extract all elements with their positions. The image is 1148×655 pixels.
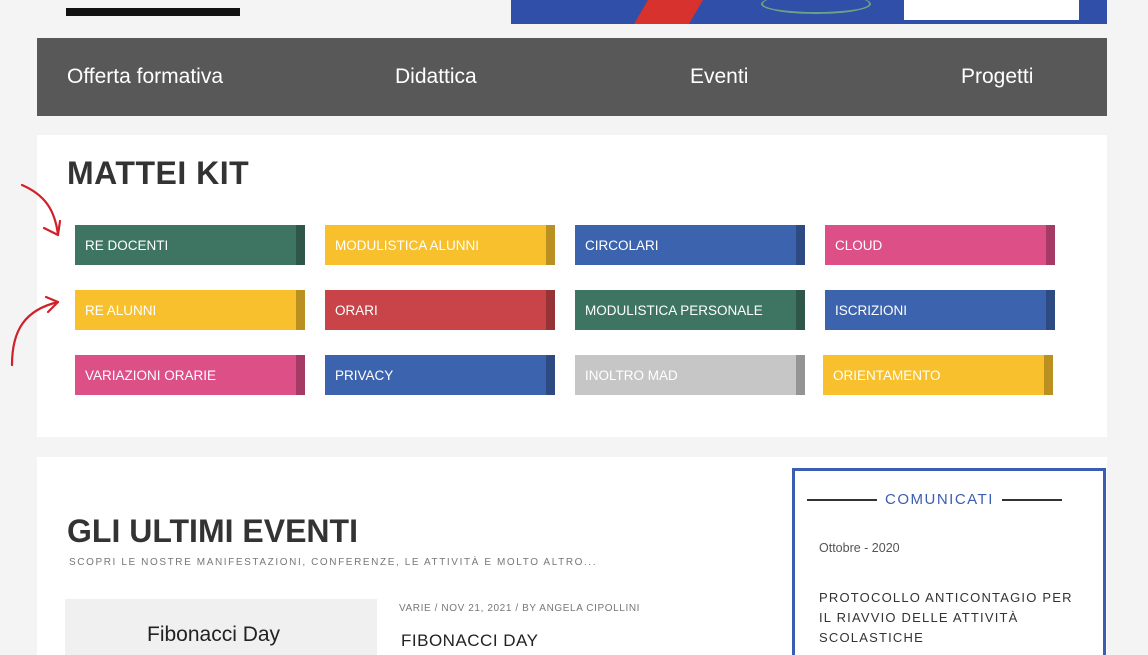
- comunicati-date: Ottobre - 2020: [819, 541, 900, 555]
- kit-button-modulistica-personale[interactable]: MODULISTICA PERSONALE: [575, 290, 805, 330]
- kit-button-iscrizioni[interactable]: ISCRIZIONI: [825, 290, 1055, 330]
- kit-button-modulistica-alunni[interactable]: MODULISTICA ALUNNI: [325, 225, 555, 265]
- events-panel: GLI ULTIMI EVENTI SCOPRI LE NOSTRE MANIF…: [37, 457, 1107, 655]
- kit-button-cloud[interactable]: CLOUD: [825, 225, 1055, 265]
- divider: [807, 498, 877, 501]
- page: Offerta formativa Didattica Eventi Proge…: [0, 0, 1148, 655]
- nav-item-eventi[interactable]: Eventi: [690, 65, 748, 89]
- kit-button-re-alunni[interactable]: RE ALUNNI: [75, 290, 305, 330]
- header-strip: [0, 0, 1148, 38]
- comunicati-box: COMUNICATI Ottobre - 2020 PROTOCOLLO ANT…: [792, 468, 1106, 655]
- kit-button-variazioni-orarie[interactable]: VARIAZIONI ORARIE: [75, 355, 305, 395]
- mattei-kit-panel: MATTEI KIT RE DOCENTI MODULISTICA ALUNNI…: [37, 135, 1107, 437]
- nav-item-progetti[interactable]: Progetti: [961, 65, 1033, 89]
- events-title: GLI ULTIMI EVENTI: [67, 513, 358, 549]
- nav-item-didattica[interactable]: Didattica: [395, 65, 477, 89]
- logo[interactable]: [66, 8, 240, 16]
- kit-button-privacy[interactable]: PRIVACY: [325, 355, 555, 395]
- post-meta: VARIE / NOV 21, 2021 / BY ANGELA CIPOLLI…: [399, 603, 641, 614]
- comunicati-link[interactable]: PROTOCOLLO ANTICONTAGIO PER IL RIAVVIO D…: [819, 588, 1089, 648]
- comunicati-header: COMUNICATI: [795, 491, 1103, 508]
- nav-item-offerta-formativa[interactable]: Offerta formativa: [67, 65, 223, 89]
- comunicati-label: COMUNICATI: [885, 491, 994, 508]
- post-thumbnail-text: Fibonacci Day: [147, 623, 281, 646]
- divider: [1001, 498, 1062, 501]
- events-subtitle: SCOPRI LE NOSTRE MANIFESTAZIONI, CONFERE…: [69, 557, 598, 568]
- kit-button-circolari[interactable]: CIRCOLARI: [575, 225, 805, 265]
- banner-image: [511, 0, 1107, 24]
- post-title[interactable]: FIBONACCI DAY: [401, 631, 538, 651]
- main-nav: Offerta formativa Didattica Eventi Proge…: [37, 38, 1107, 116]
- kit-title: MATTEI KIT: [67, 155, 250, 191]
- kit-button-orari[interactable]: ORARI: [325, 290, 555, 330]
- kit-button-orientamento[interactable]: ORIENTAMENTO: [823, 355, 1053, 395]
- annotation-arrow-icon: [10, 183, 62, 367]
- kit-button-re-docenti[interactable]: RE DOCENTI: [75, 225, 305, 265]
- kit-button-inoltro-mad[interactable]: INOLTRO MAD: [575, 355, 805, 395]
